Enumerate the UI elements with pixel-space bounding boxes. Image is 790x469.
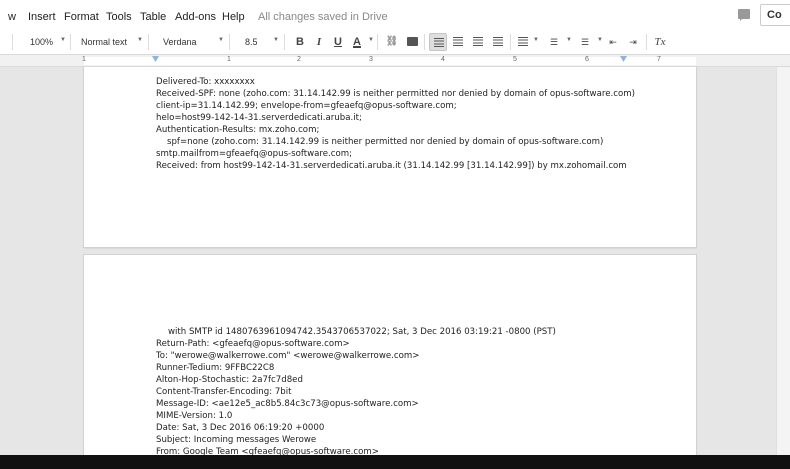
link-icon[interactable]: ⛓ xyxy=(383,33,401,51)
toolbar-divider xyxy=(229,34,230,50)
align-center-button[interactable] xyxy=(449,33,467,51)
align-justify-icon xyxy=(493,37,503,46)
header-line: helo=host99-142-14-31.serverdedicati.aru… xyxy=(156,113,362,123)
align-center-icon xyxy=(453,37,463,46)
italic-button[interactable]: I xyxy=(310,33,328,51)
header-line: Date: Sat, 3 Dec 2016 06:19:20 +0000 xyxy=(156,423,325,433)
ruler-number: 6 xyxy=(585,56,589,63)
chevron-down-icon: ▼ xyxy=(368,37,374,43)
chevron-down-icon: ▼ xyxy=(60,37,66,43)
header-line: Message-ID: <ae12e5_ac8b5.84c3c73@opus-s… xyxy=(156,399,419,409)
ruler-number: 1 xyxy=(82,56,86,63)
bulleted-list-button[interactable]: ☰ xyxy=(576,33,594,51)
chevron-down-icon: ▼ xyxy=(218,37,224,43)
toolbar-divider xyxy=(12,34,13,50)
underline-button[interactable]: U xyxy=(329,33,347,51)
document-page[interactable]: Delivered-To: xxxxxxxx Received-SPF: non… xyxy=(84,67,696,247)
font-select[interactable]: Verdana xyxy=(163,30,197,54)
comments-button[interactable]: Co xyxy=(760,4,790,26)
header-line: Alton-Hop-Stochastic: 2a7fc7d8ed xyxy=(156,375,303,385)
align-right-button[interactable] xyxy=(469,33,487,51)
header-line: To: "werowe@walkerrowe.com" <werowe@walk… xyxy=(156,351,420,361)
header-line: Authentication-Results: mx.zoho.com; xyxy=(156,125,320,135)
ruler: 1 1 2 3 4 5 6 7 xyxy=(0,55,790,67)
vertical-scrollbar[interactable] xyxy=(776,67,790,455)
header-line: smtp.mailfrom=gfeaefq@opus-software.com; xyxy=(156,149,353,159)
align-justify-button[interactable] xyxy=(489,33,507,51)
chevron-down-icon: ▼ xyxy=(533,37,539,43)
chevron-down-icon: ▼ xyxy=(566,37,572,43)
line-spacing-button[interactable] xyxy=(514,33,532,51)
menu-help[interactable]: Help xyxy=(222,11,245,23)
menu-bar: w Insert Format Tools Table Add-ons Help… xyxy=(0,0,790,30)
font-size-select[interactable]: 8.5 xyxy=(245,30,258,54)
menu-format[interactable]: Format xyxy=(64,11,99,23)
align-left-button[interactable] xyxy=(429,33,447,51)
ruler-number: 3 xyxy=(369,56,373,63)
document-canvas: Delivered-To: xxxxxxxx Received-SPF: non… xyxy=(0,67,790,455)
comment-add-icon[interactable] xyxy=(403,33,421,51)
toolbar-divider xyxy=(70,34,71,50)
toolbar-divider xyxy=(148,34,149,50)
chevron-down-icon: ▼ xyxy=(137,37,143,43)
zoom-select[interactable]: 100% xyxy=(30,30,53,54)
menu-table[interactable]: Table xyxy=(140,11,166,23)
toolbar-divider xyxy=(284,34,285,50)
align-right-icon xyxy=(473,37,483,46)
toolbar: 100% ▼ Normal text ▼ Verdana ▼ 8.5 ▼ B I… xyxy=(0,30,790,55)
bottom-edge-bar xyxy=(0,455,790,469)
ruler-number: 7 xyxy=(657,56,661,63)
ruler-number: 5 xyxy=(513,56,517,63)
align-left-icon xyxy=(434,38,444,47)
menu-tools[interactable]: Tools xyxy=(106,11,132,23)
toolbar-divider xyxy=(510,34,511,50)
increase-indent-button[interactable]: ⇥ xyxy=(624,33,642,51)
header-line: Subject: Incoming messages Werowe xyxy=(156,435,317,445)
header-line: Received: from host99-142-14-31.serverde… xyxy=(156,161,627,171)
toolbar-divider xyxy=(424,34,425,50)
header-line: MIME-Version: 1.0 xyxy=(156,411,233,421)
menu-insert[interactable]: Insert xyxy=(28,11,56,23)
bold-button[interactable]: B xyxy=(291,33,309,51)
toolbar-divider xyxy=(377,34,378,50)
save-status[interactable]: All changes saved in Drive xyxy=(258,11,388,23)
ruler-number: 1 xyxy=(227,56,231,63)
header-line: Content-Transfer-Encoding: 7bit xyxy=(156,387,292,397)
ruler-margin-band xyxy=(84,57,696,65)
chevron-down-icon: ▼ xyxy=(273,37,279,43)
menu-addons[interactable]: Add-ons xyxy=(175,11,216,23)
header-line: client-ip=31.14.142.99; envelope-from=gf… xyxy=(156,101,457,111)
clear-formatting-button[interactable]: Tx xyxy=(651,33,669,51)
document-page[interactable]: with SMTP id 1480763961094742.3543706537… xyxy=(84,255,696,455)
style-select[interactable]: Normal text xyxy=(81,30,127,54)
header-line: From: Google Team <gfeaefq@opus-software… xyxy=(156,447,379,455)
comment-icon[interactable] xyxy=(738,9,750,21)
header-line: Return-Path: <gfeaefq@opus-software.com> xyxy=(156,339,350,349)
text-color-button[interactable]: A xyxy=(348,33,366,51)
header-line: Delivered-To: xxxxxxxx xyxy=(156,77,255,87)
ruler-number: 2 xyxy=(297,56,301,63)
header-line: Received-SPF: none (zoho.com: 31.14.142.… xyxy=(156,89,635,99)
menu-view[interactable]: w xyxy=(8,11,16,23)
line-spacing-icon xyxy=(518,37,528,46)
header-line: Runner-Tedium: 9FFBC22C8 xyxy=(156,363,275,373)
decrease-indent-button[interactable]: ⇤ xyxy=(604,33,622,51)
toolbar-divider xyxy=(646,34,647,50)
chevron-down-icon: ▼ xyxy=(597,37,603,43)
header-line: spf=none (zoho.com: 31.14.142.99 is neit… xyxy=(167,137,604,147)
numbered-list-button[interactable]: ☰ xyxy=(545,33,563,51)
header-line: with SMTP id 1480763961094742.3543706537… xyxy=(168,327,556,337)
ruler-number: 4 xyxy=(441,56,445,63)
